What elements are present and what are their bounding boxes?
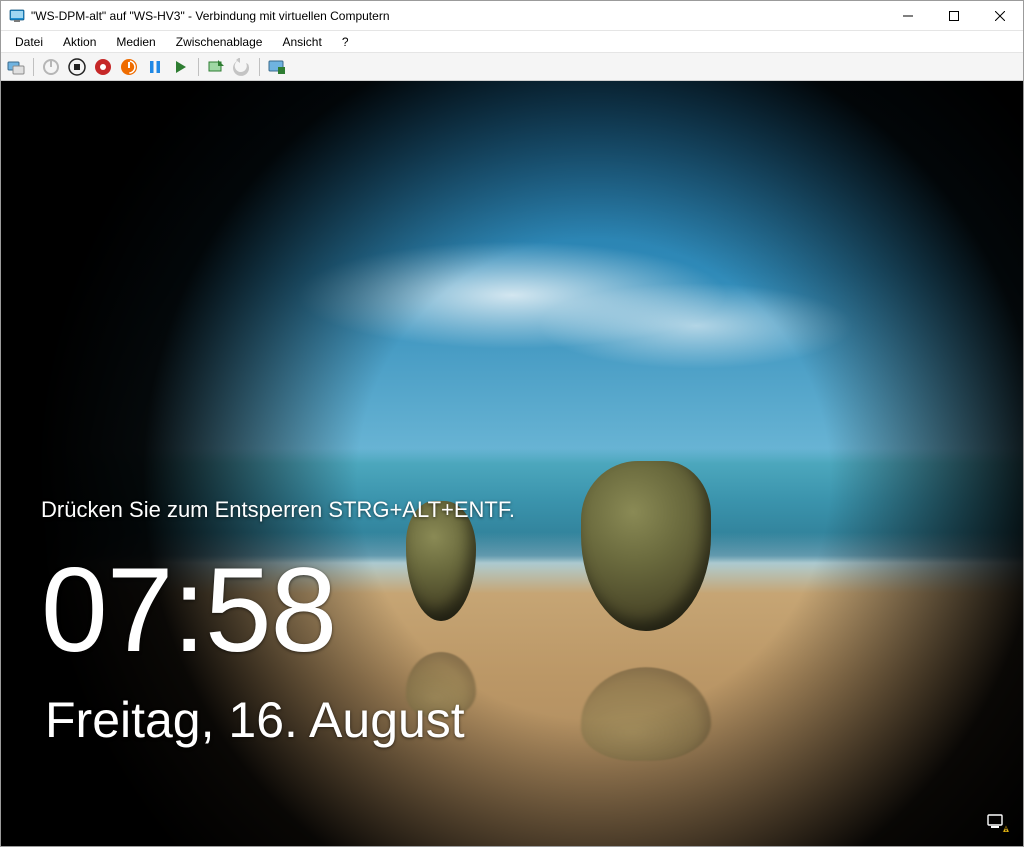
lockscreen-unlock-hint: Drücken Sie zum Entsperren STRG+ALT+ENTF… (41, 497, 515, 523)
reset-button[interactable] (170, 56, 192, 78)
vmconnect-window: "WS-DPM-alt" auf "WS-HV3" - Verbindung m… (0, 0, 1024, 847)
enhanced-session-button[interactable] (266, 56, 288, 78)
toolbar (1, 53, 1023, 81)
menu-media[interactable]: Medien (106, 33, 165, 51)
close-button[interactable] (977, 1, 1023, 31)
menu-action[interactable]: Aktion (53, 33, 106, 51)
start-button[interactable] (40, 56, 62, 78)
ctrl-alt-del-button[interactable] (5, 56, 27, 78)
save-button[interactable] (118, 56, 140, 78)
window-controls (885, 1, 1023, 31)
shutdown-button[interactable] (92, 56, 114, 78)
turnoff-button[interactable] (66, 56, 88, 78)
menu-view[interactable]: Ansicht (272, 33, 331, 51)
network-status-icon[interactable] (987, 812, 1009, 832)
minimize-button[interactable] (885, 1, 931, 31)
toolbar-separator (259, 58, 260, 76)
menubar: Datei Aktion Medien Zwischenablage Ansic… (1, 31, 1023, 53)
toolbar-separator (198, 58, 199, 76)
app-icon (9, 8, 25, 24)
maximize-button[interactable] (931, 1, 977, 31)
menu-help[interactable]: ? (332, 33, 359, 51)
menu-file[interactable]: Datei (5, 33, 53, 51)
revert-button[interactable] (231, 56, 253, 78)
menu-clipboard[interactable]: Zwischenablage (166, 33, 273, 51)
titlebar: "WS-DPM-alt" auf "WS-HV3" - Verbindung m… (1, 1, 1023, 31)
pause-button[interactable] (144, 56, 166, 78)
lockscreen-time: 07:58 (41, 547, 336, 673)
lockscreen-overlay: Drücken Sie zum Entsperren STRG+ALT+ENTF… (1, 81, 1023, 846)
guest-display[interactable]: Drücken Sie zum Entsperren STRG+ALT+ENTF… (1, 81, 1023, 846)
lockscreen-date: Freitag, 16. August (45, 691, 465, 749)
checkpoint-button[interactable] (205, 56, 227, 78)
toolbar-separator (33, 58, 34, 76)
window-title: "WS-DPM-alt" auf "WS-HV3" - Verbindung m… (31, 9, 885, 23)
